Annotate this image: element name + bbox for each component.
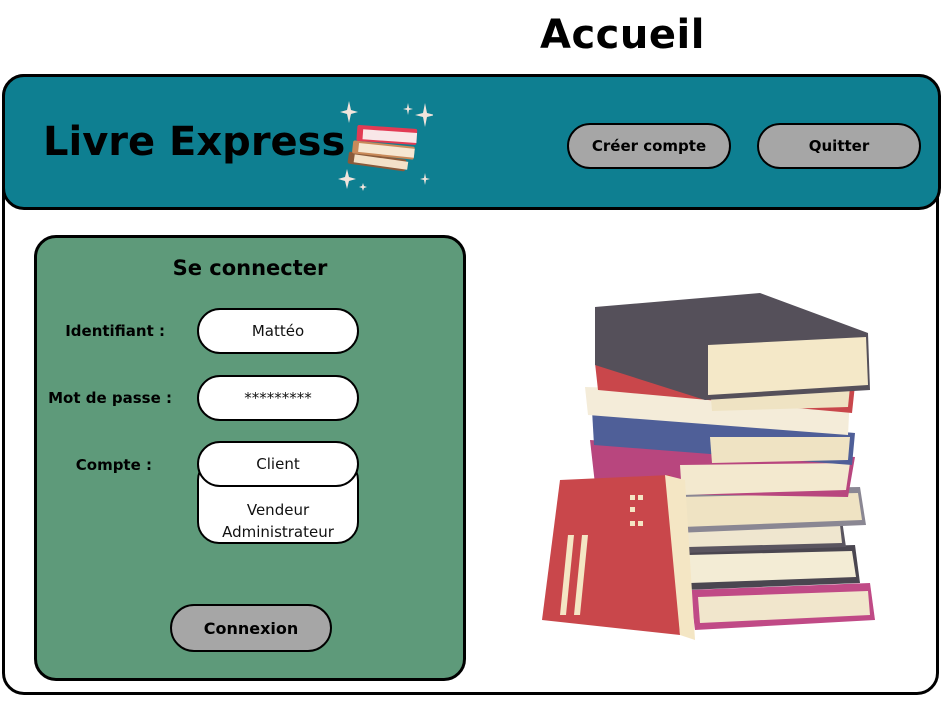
header-bar: Livre Express Créer compte Quitter	[2, 74, 941, 210]
login-button[interactable]: Connexion	[170, 604, 332, 652]
book-stack-icon	[542, 293, 875, 640]
username-field[interactable]: Mattéo	[197, 308, 359, 354]
create-account-button[interactable]: Créer compte	[567, 123, 731, 169]
account-select[interactable]: Client	[197, 441, 359, 487]
username-label: Identifiant :	[65, 322, 165, 340]
account-label: Compte :	[75, 456, 152, 474]
password-field[interactable]: *********	[197, 375, 359, 421]
account-option-administrateur[interactable]: Administrateur	[199, 523, 357, 541]
account-option-vendeur[interactable]: Vendeur	[199, 501, 357, 519]
brand-title: Livre Express	[43, 119, 346, 165]
quit-button[interactable]: Quitter	[757, 123, 921, 169]
page-title: Accueil	[540, 12, 705, 58]
books-sparkles-icon	[338, 101, 433, 191]
login-panel: Se connecter Identifiant : Mattéo Mot de…	[34, 235, 466, 681]
login-title: Se connecter	[172, 256, 328, 280]
password-label: Mot de passe :	[48, 389, 172, 407]
